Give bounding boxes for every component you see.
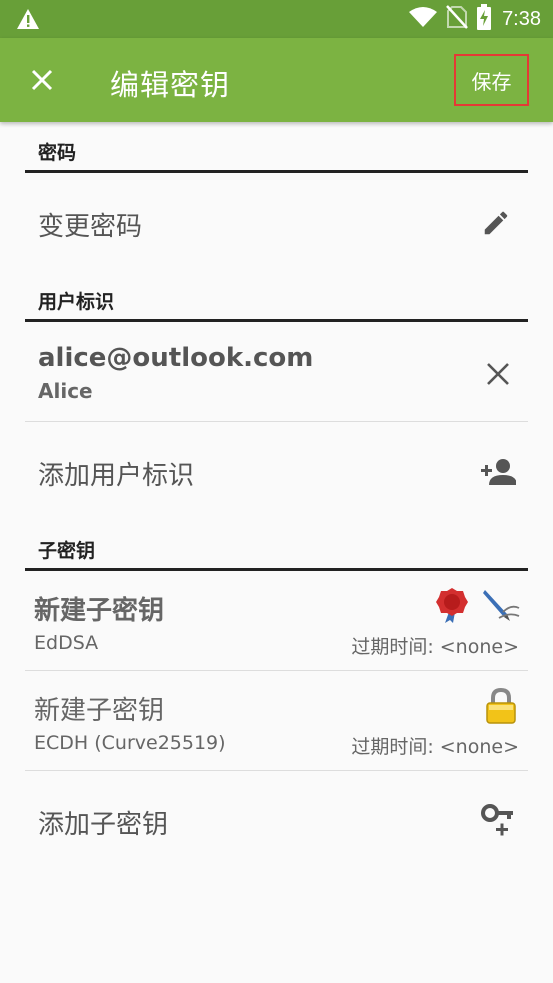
- change-password-row[interactable]: 变更密码: [25, 174, 528, 270]
- app-bar: 编辑密钥 保存: [0, 38, 553, 122]
- change-password-label: 变更密码: [38, 212, 143, 242]
- add-key-icon: [479, 801, 517, 841]
- wifi-icon: [408, 6, 446, 32]
- subkey-row[interactable]: 新建子密钥 ECDH (Curve25519) 过期时间: <none>: [0, 671, 553, 770]
- sign-pen-icon: [480, 585, 522, 625]
- subkey-title: 新建子密钥: [34, 696, 165, 726]
- no-sim-icon: [446, 5, 476, 33]
- add-subkey-row[interactable]: 添加子密钥: [25, 771, 528, 871]
- clock: 7:38: [502, 7, 541, 30]
- section-header-password: 密码: [38, 142, 77, 164]
- save-button[interactable]: 保存: [454, 54, 529, 106]
- warning-icon: [16, 8, 40, 34]
- subkey-expiry: 过期时间: <none>: [351, 636, 519, 658]
- user-id-name: Alice: [38, 379, 93, 403]
- certify-seal-icon: [434, 585, 470, 625]
- subkey-algorithm: ECDH (Curve25519): [34, 732, 226, 754]
- subkey-expiry: 过期时间: <none>: [351, 736, 519, 758]
- page-title: 编辑密钥: [110, 68, 231, 102]
- close-icon[interactable]: [22, 60, 62, 100]
- subkey-title: 新建子密钥: [34, 596, 165, 626]
- add-user-id-label: 添加用户标识: [38, 461, 195, 491]
- add-subkey-label: 添加子密钥: [38, 810, 169, 840]
- encrypt-lock-icon: [484, 687, 518, 725]
- section-header-subkeys: 子密钥: [38, 540, 96, 562]
- battery-charging-icon: [476, 4, 500, 34]
- subkey-algorithm: EdDSA: [34, 632, 99, 654]
- add-user-id-row[interactable]: 添加用户标识: [25, 422, 528, 522]
- remove-icon[interactable]: [480, 356, 516, 392]
- subkey-row[interactable]: 新建子密钥 EdDSA 过期时间: <none>: [0, 571, 553, 670]
- user-id-row[interactable]: alice@outlook.com Alice: [0, 322, 553, 422]
- section-header-user-ids: 用户标识: [38, 291, 115, 313]
- edit-icon: [479, 206, 513, 240]
- user-id-email: alice@outlook.com: [38, 343, 314, 373]
- divider: [25, 170, 528, 173]
- status-bar: 7:38: [0, 0, 553, 38]
- add-person-icon: [477, 454, 517, 490]
